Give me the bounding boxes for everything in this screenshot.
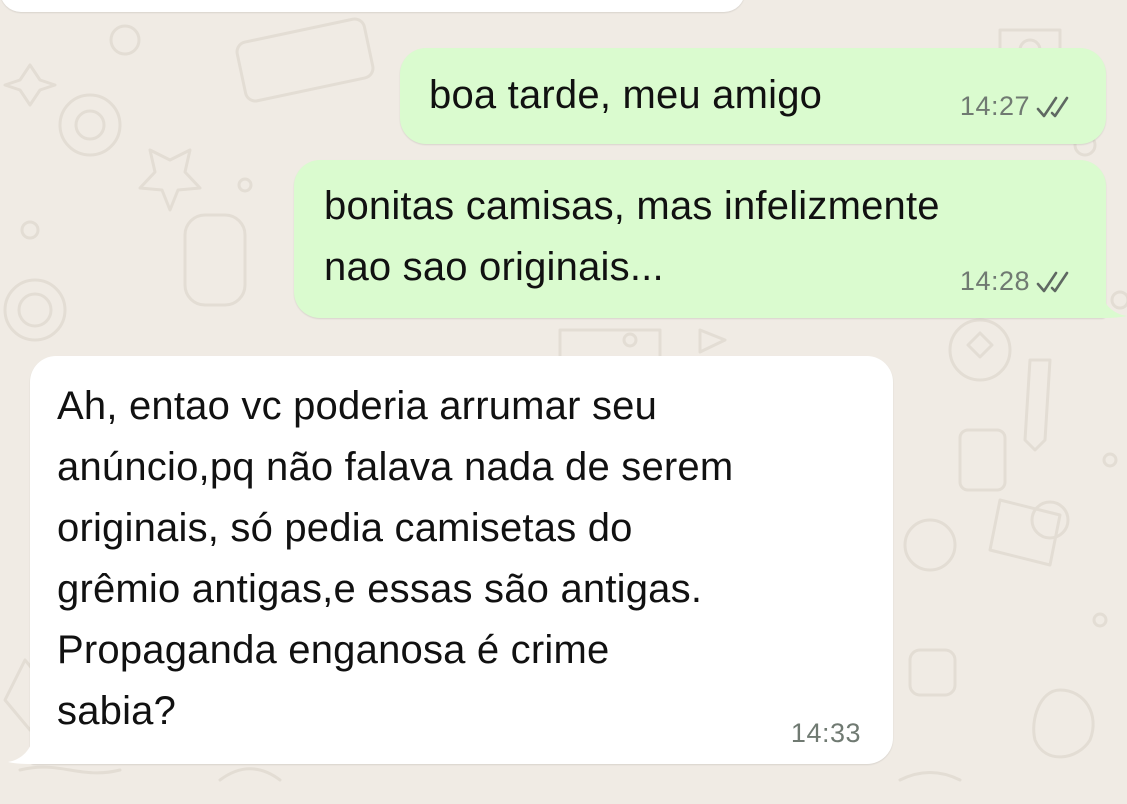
message-meta: 14:28 — [960, 266, 1076, 297]
top-bubble-edge — [0, 0, 745, 12]
message-meta: 14:27 — [960, 91, 1076, 122]
message-meta: 14:33 — [791, 718, 861, 749]
message-text: boa tarde, meu amigo — [429, 73, 823, 117]
read-double-check-icon — [1036, 271, 1069, 292]
message-time: 14:33 — [790, 718, 861, 748]
outgoing-message-bubble[interactable]: boa tarde, meu amigo 14:27 — [400, 48, 1106, 144]
message-time: 14:27 — [959, 91, 1030, 121]
message-text: Ah, entao vc poderia arrumar seu anúncio… — [57, 384, 734, 733]
bubble-tail — [1100, 290, 1127, 318]
incoming-message-bubble[interactable]: Ah, entao vc poderia arrumar seu anúncio… — [30, 356, 893, 764]
message-text: bonitas camisas, mas infelizmente nao sa… — [324, 184, 940, 289]
outgoing-message-bubble[interactable]: bonitas camisas, mas infelizmente nao sa… — [294, 160, 1106, 318]
bubble-tail — [8, 736, 34, 764]
read-double-check-icon — [1036, 96, 1069, 117]
message-time: 14:28 — [959, 266, 1030, 296]
